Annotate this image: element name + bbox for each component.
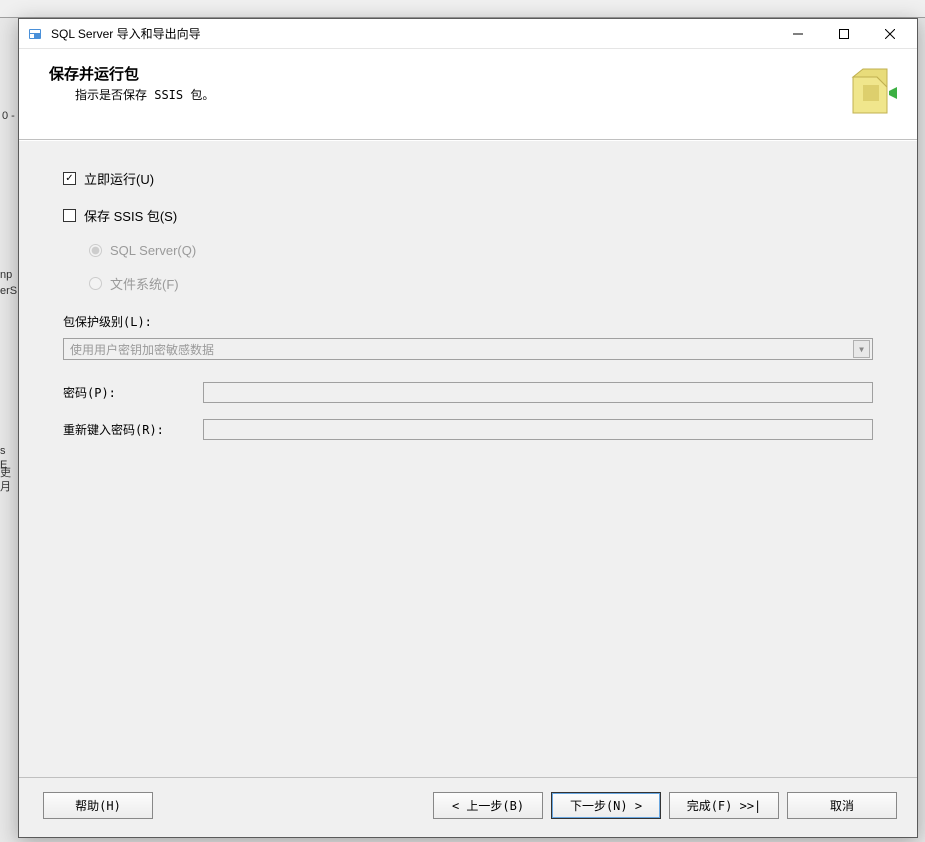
bg-text: 吏月 [0, 466, 15, 516]
combo-value: 使用用户密钥加密敏感数据 [70, 341, 853, 358]
protection-level-combo: 使用用户密钥加密敏感数据 ▼ [63, 338, 873, 360]
wizard-content: ✓ 立即运行(U) 保存 SSIS 包(S) SQL Server(Q) 文件系… [19, 140, 917, 777]
save-ssis-checkbox-row[interactable]: 保存 SSIS 包(S) [63, 206, 873, 225]
help-button[interactable]: 帮助(H) [43, 792, 153, 819]
protection-level-label: 包保护级别(L): [63, 313, 873, 330]
password-label: 密码(P): [63, 384, 203, 401]
page-title: 保存并运行包 [49, 63, 833, 84]
checkbox-icon: ✓ [63, 172, 76, 185]
chevron-down-icon: ▼ [853, 340, 870, 358]
radio-sql-server: SQL Server(Q) [89, 243, 873, 258]
radio-sql-label: SQL Server(Q) [110, 243, 196, 258]
radio-file-system: 文件系统(F) [89, 274, 873, 293]
checkbox-icon [63, 209, 76, 222]
radio-input [89, 244, 102, 257]
next-button[interactable]: 下一步(N) > [551, 792, 661, 819]
window-title: SQL Server 导入和导出向导 [51, 25, 775, 42]
wizard-header: 保存并运行包 指示是否保存 SSIS 包。 [19, 49, 917, 140]
titlebar: SQL Server 导入和导出向导 [19, 19, 917, 49]
wizard-dialog: SQL Server 导入和导出向导 保存并运行包 指示是否保存 SSIS 包。 [18, 18, 918, 838]
cancel-button[interactable]: 取消 [787, 792, 897, 819]
password-input [203, 382, 873, 403]
app-icon [27, 26, 43, 42]
wizard-footer: 帮助(H) < 上一步(B) 下一步(N) > 完成(F) >>| 取消 [19, 777, 917, 837]
radio-input [89, 277, 102, 290]
run-now-label: 立即运行(U) [84, 169, 154, 188]
retype-password-label: 重新键入密码(R): [63, 421, 203, 438]
page-subtitle: 指示是否保存 SSIS 包。 [49, 86, 833, 103]
save-ssis-label: 保存 SSIS 包(S) [84, 206, 177, 225]
maximize-button[interactable] [821, 19, 867, 49]
package-icon [833, 63, 897, 127]
finish-button[interactable]: 完成(F) >>| [669, 792, 779, 819]
radio-file-label: 文件系统(F) [110, 274, 179, 293]
bg-text: 0 - [2, 110, 15, 122]
back-button[interactable]: < 上一步(B) [433, 792, 543, 819]
retype-password-input [203, 419, 873, 440]
run-now-checkbox-row[interactable]: ✓ 立即运行(U) [63, 169, 873, 188]
minimize-button[interactable] [775, 19, 821, 49]
close-button[interactable] [867, 19, 913, 49]
bg-text: erS [0, 284, 15, 334]
